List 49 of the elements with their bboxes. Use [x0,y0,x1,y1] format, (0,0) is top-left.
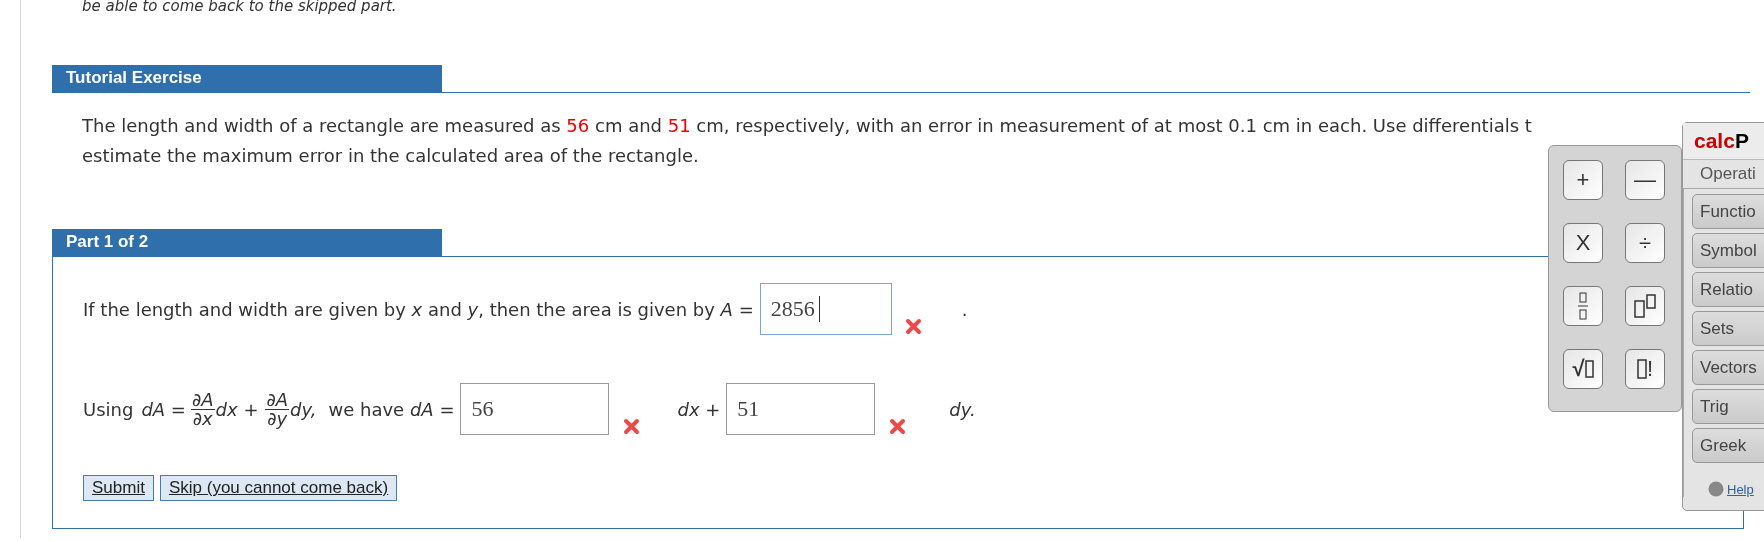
plus-key[interactable]: + [1563,160,1603,200]
times-key[interactable]: X [1563,223,1603,263]
math-text: dx + [677,398,721,420]
divide-key[interactable]: ÷ [1625,223,1665,263]
category-button[interactable]: Symbol [1692,233,1764,268]
section-header: Part 1 of 2 [52,229,442,256]
question-text: If the length and width are given by x and y, then the area is given by A = [83,298,754,320]
skip-button[interactable]: Skip (you cannot come back) [159,475,398,501]
math-text: dy. [949,398,976,420]
factorial-label: ! [1646,356,1654,382]
answer-field[interactable]: 51 [726,383,876,435]
power-key[interactable] [1625,286,1665,326]
answer-field[interactable]: 56 [460,383,610,435]
period-text: . [961,298,968,320]
square-root-key[interactable]: √ [1563,349,1603,389]
problem-text: estimate the maximum error in the calculated area of the rectangle. [81,144,699,168]
calcpad-title: calcP [1683,123,1764,160]
sqrt-label: √ [1572,356,1585,382]
category-button[interactable]: Greek [1692,428,1764,463]
incorrect-icon [622,418,640,435]
help-link[interactable]: Help [1708,481,1764,497]
problem-text: The length and width of a rectangle are measured as 56 cm and 51 cm, respectively, with an error in measurement of at most 0.1 cm in each. Use differentials t [81,114,1532,138]
category-button[interactable]: Functio [1692,194,1764,229]
math-text: dA = [141,398,186,420]
minus-key[interactable]: — [1625,160,1665,200]
category-button[interactable]: Relatio [1692,272,1764,307]
fraction-key[interactable] [1563,286,1603,326]
section-header: Tutorial Exercise [52,65,442,92]
box-icon [1636,359,1647,379]
math-text: dy, [290,398,317,420]
instruction-text: be able to come back to the skipped part. [81,0,398,15]
math-text: we have dA = [328,398,455,420]
derivative-fraction: ∂A ∂y [265,390,290,428]
incorrect-icon [905,318,923,335]
submit-button[interactable]: Submit [83,475,154,501]
category-button[interactable]: Trig [1692,389,1764,424]
derivative-fraction: ∂A ∂x [190,390,215,428]
power-icon [1633,293,1657,319]
operations-label: Operati [1699,163,1757,185]
fraction-icon [1577,292,1589,320]
category-button[interactable]: Vectors [1692,350,1764,385]
box-icon [1584,360,1594,378]
category-button[interactable]: Sets [1692,311,1764,346]
answer-field[interactable]: 2856 [759,283,892,335]
math-text: dx + [215,398,259,420]
factorial-key[interactable]: ! [1625,349,1665,389]
using-text: Using [83,398,134,420]
incorrect-icon [888,418,906,435]
help-icon [1708,481,1724,497]
